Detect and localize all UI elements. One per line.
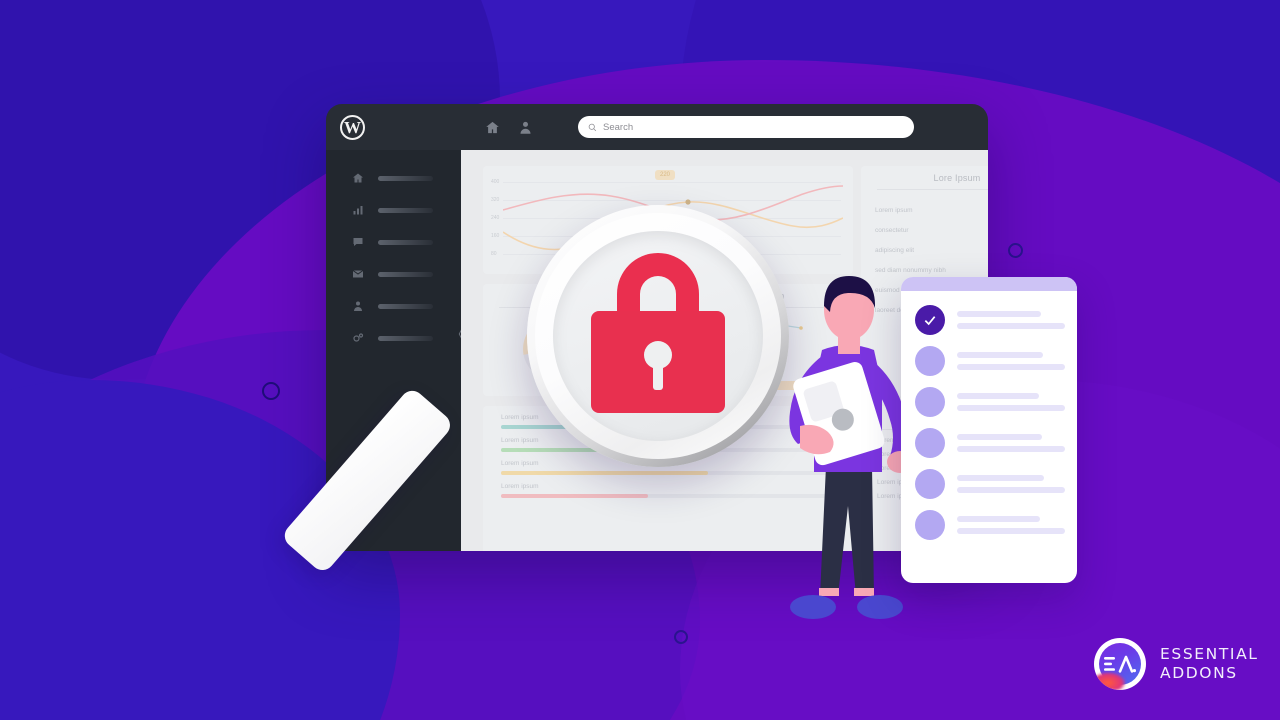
sidebar-item-mail[interactable]: [326, 260, 461, 288]
stage: W Search 400 320 240 160 80 220 Lore Ips…: [0, 0, 1280, 720]
comment-icon: [353, 238, 363, 246]
checkbox-empty[interactable]: [915, 428, 945, 458]
brand-name-line1: ESSENTIAL: [1160, 644, 1259, 663]
list-item-lines: [957, 311, 1065, 329]
user-icon[interactable]: [518, 120, 533, 135]
list-item[interactable]: [915, 305, 1065, 335]
decor-ring-bottom: [674, 630, 688, 644]
chart-tooltip: 220: [655, 170, 676, 180]
search-icon: [588, 123, 597, 131]
checkbox-checked[interactable]: [915, 305, 945, 335]
user-icon: [354, 301, 362, 311]
home-icon[interactable]: [485, 120, 500, 135]
person-pants: [820, 466, 874, 596]
brand-name-line2: ADDONS: [1160, 664, 1238, 682]
card-title: Lore Ipsum: [933, 173, 981, 183]
list-item-lines: [957, 434, 1065, 452]
list-item-lines: [957, 393, 1065, 411]
search-placeholder: Search: [603, 121, 634, 133]
list-item-lines: [957, 516, 1065, 534]
person-shoe-left: [790, 595, 836, 619]
logo-glyph: [1104, 655, 1136, 673]
list-item[interactable]: [915, 346, 1065, 376]
person-shoe-right: [857, 595, 903, 619]
decor-ring-right: [1008, 243, 1023, 258]
axis-tick: 160: [491, 233, 500, 239]
checkbox-empty[interactable]: [915, 387, 945, 417]
checkbox-empty[interactable]: [915, 469, 945, 499]
lock-icon: [591, 253, 725, 413]
axis-tick: 240: [491, 215, 500, 221]
checklist-card-header: [901, 277, 1077, 291]
topbar-icon-group: [485, 120, 533, 135]
decor-ring-left: [262, 382, 280, 400]
essential-addons-logo-icon: [1094, 638, 1146, 690]
lock-keyhole-stem: [653, 358, 663, 390]
mail-icon: [352, 270, 364, 278]
checklist-card: [901, 277, 1077, 583]
progress-label: Lorem ipsum: [501, 483, 539, 490]
sidebar-item-label: [378, 207, 433, 213]
checkbox-empty[interactable]: [915, 346, 945, 376]
sidebar-item-label: [378, 271, 433, 277]
axis-tick: 400: [491, 179, 500, 185]
list-item[interactable]: adipiscing elit 120: [861, 240, 988, 260]
brand-lockup: ESSENTIAL ADDONS: [1094, 638, 1259, 690]
sidebar-item-users[interactable]: [326, 292, 461, 320]
gear-icon: [353, 333, 364, 342]
sidebar-item-label: [378, 175, 433, 181]
search-input[interactable]: Search: [578, 116, 914, 138]
sidebar-item-settings[interactable]: [326, 324, 461, 352]
list-item[interactable]: Lorem ipsum 404: [861, 200, 988, 220]
check-icon: [924, 316, 936, 326]
list-item-lines: [957, 352, 1065, 370]
wordpress-logo-letter: W: [344, 117, 361, 137]
list-item-label: Lorem ipsum: [875, 206, 913, 214]
axis-tick: 320: [491, 197, 500, 203]
sidebar-item-label: [378, 239, 433, 245]
home-icon: [353, 173, 363, 183]
progress-track: [501, 471, 835, 475]
list-item[interactable]: consectetur 241: [861, 220, 988, 240]
browser-topbar: W Search: [326, 104, 988, 150]
bar-chart-icon: [353, 206, 363, 215]
list-item[interactable]: [915, 387, 1065, 417]
brand-name: ESSENTIAL ADDONS: [1160, 645, 1259, 684]
list-item-label: adipiscing elit: [875, 246, 915, 254]
sidebar-item-label: [378, 335, 433, 341]
sidebar-item-label: [378, 303, 433, 309]
axis-tick: 80: [491, 251, 497, 257]
sidebar-item-home[interactable]: [326, 164, 461, 192]
list-item[interactable]: [915, 428, 1065, 458]
progress-track: [501, 494, 835, 498]
person-illustration: [789, 276, 910, 619]
list-item-lines: [957, 475, 1065, 493]
sidebar-item-analytics[interactable]: [326, 196, 461, 224]
checkbox-empty[interactable]: [915, 510, 945, 540]
list-item[interactable]: [915, 469, 1065, 499]
wordpress-logo-icon[interactable]: W: [340, 114, 365, 140]
sidebar-item-comments[interactable]: [326, 228, 461, 256]
list-item-label: consectetur: [875, 226, 909, 234]
list-item[interactable]: [915, 510, 1065, 540]
